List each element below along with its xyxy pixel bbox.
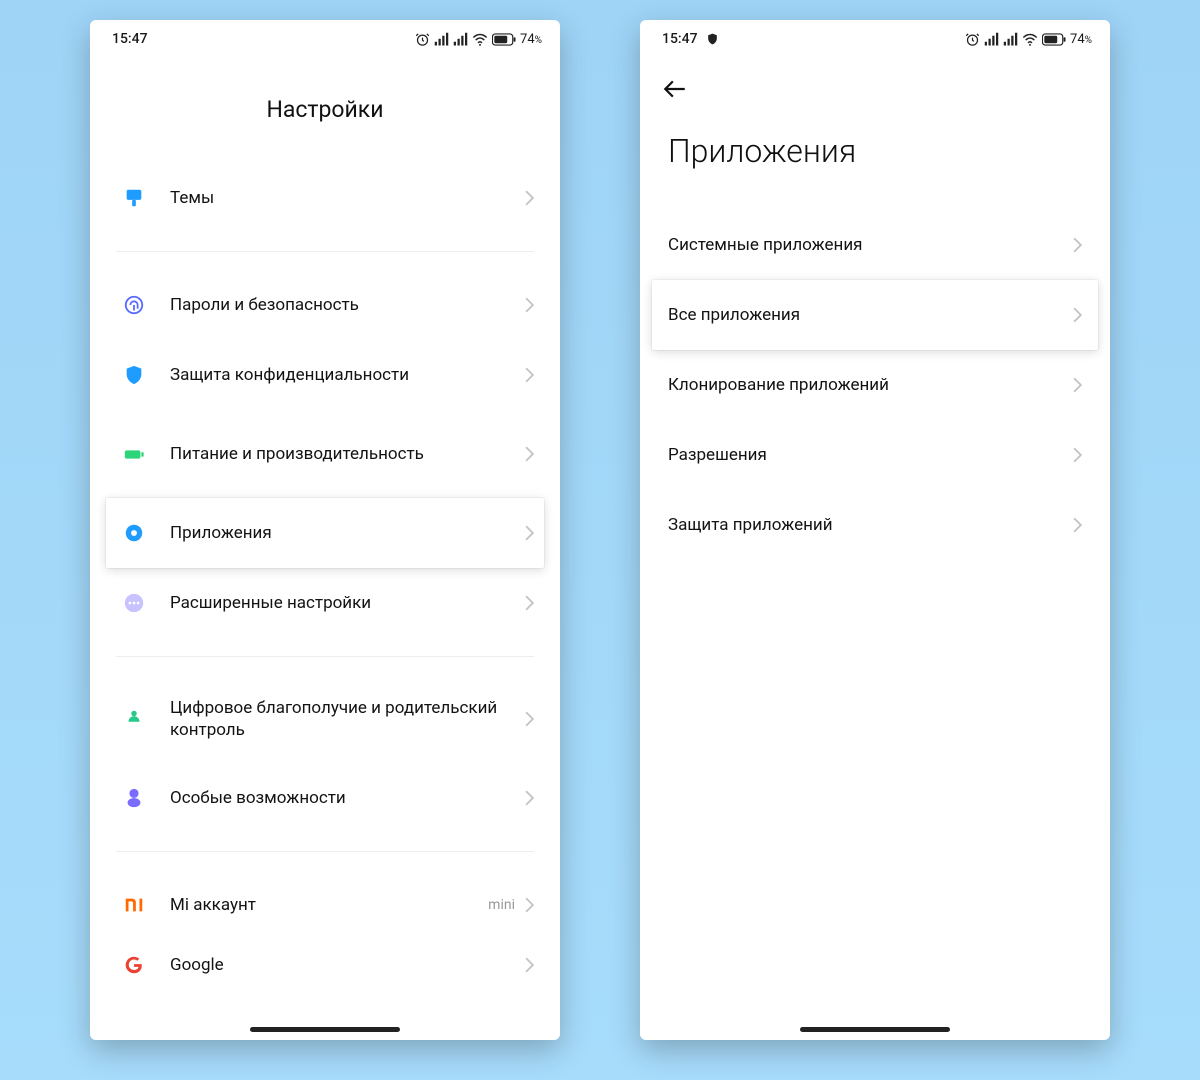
row-label: Темы — [152, 187, 525, 209]
wellbeing-icon — [116, 708, 152, 730]
apps-screen: 15:47 74% Приложения Системные приложени… — [640, 20, 1110, 1040]
chevron-right-icon — [525, 190, 534, 206]
apps-item-all[interactable]: Все приложения — [652, 280, 1098, 350]
status-icons-right: 74% — [415, 32, 542, 47]
chevron-right-icon — [525, 790, 534, 806]
row-label: Приложения — [152, 522, 525, 544]
settings-item-mi-account[interactable]: Mi аккаунт mini — [90, 870, 560, 940]
chevron-right-icon — [525, 711, 534, 727]
accessibility-icon — [116, 787, 152, 809]
battery-icon — [116, 443, 152, 465]
google-icon — [116, 954, 152, 976]
shield-icon — [116, 364, 152, 386]
wifi-icon — [1022, 32, 1038, 47]
alarm-icon — [965, 32, 980, 47]
page-title: Настройки — [90, 58, 560, 163]
home-indicator[interactable] — [800, 1027, 950, 1032]
back-button[interactable] — [662, 78, 688, 100]
settings-item-advanced[interactable]: Расширенные настройки — [90, 568, 560, 638]
row-label: Особые возможности — [152, 787, 525, 809]
divider — [116, 656, 534, 657]
settings-item-power[interactable]: Питание и производительность — [90, 410, 560, 498]
row-label: Расширенные настройки — [152, 592, 525, 614]
gear-icon — [116, 522, 152, 544]
row-label: Разрешения — [668, 444, 1073, 466]
chevron-right-icon — [525, 297, 534, 313]
divider — [116, 851, 534, 852]
chevron-right-icon — [525, 446, 534, 462]
apps-item-protection[interactable]: Защита приложений — [640, 490, 1110, 560]
dots-icon — [116, 592, 152, 614]
settings-item-apps-highlighted: Приложения — [106, 498, 544, 568]
row-meta: mini — [488, 897, 525, 913]
chevron-right-icon — [525, 525, 534, 541]
signal-icon — [453, 32, 468, 47]
settings-item-themes[interactable]: Темы — [90, 163, 560, 233]
chevron-right-icon — [525, 367, 534, 383]
home-indicator[interactable] — [250, 1027, 400, 1032]
row-label: Защита конфиденциальности — [152, 364, 525, 386]
row-label: Защита приложений — [668, 514, 1073, 536]
signal-icon — [434, 32, 449, 47]
settings-item-passwords[interactable]: Пароли и безопасность — [90, 270, 560, 340]
settings-item-google[interactable]: Google — [90, 940, 560, 990]
chevron-right-icon — [1073, 377, 1082, 393]
signal-icon — [1003, 32, 1018, 47]
row-label: Цифровое благополучие и родительский кон… — [152, 697, 525, 741]
apps-item-all-highlighted: Все приложения — [652, 280, 1098, 350]
chevron-right-icon — [1073, 307, 1082, 323]
battery-icon — [492, 33, 516, 46]
shield-status-icon — [706, 32, 719, 46]
status-bar: 15:47 74% — [90, 20, 560, 58]
chevron-right-icon — [1073, 447, 1082, 463]
status-icons-right: 74% — [965, 32, 1092, 47]
chevron-right-icon — [1073, 517, 1082, 533]
apps-item-permissions[interactable]: Разрешения — [640, 420, 1110, 490]
status-time: 15:47 — [112, 31, 148, 47]
settings-item-privacy[interactable]: Защита конфиденциальности — [90, 340, 560, 410]
battery-percent: 74% — [1070, 32, 1092, 47]
mi-logo-icon — [116, 894, 152, 916]
settings-item-wellbeing[interactable]: Цифровое благополучие и родительский кон… — [90, 675, 560, 763]
settings-screen: 15:47 74% Настройки Темы — [90, 20, 560, 1040]
settings-item-apps[interactable]: Приложения — [106, 498, 544, 568]
row-label: Google — [152, 954, 525, 976]
page-title: Приложения — [640, 104, 1110, 210]
chevron-right-icon — [525, 957, 534, 973]
wifi-icon — [472, 32, 488, 47]
row-label: Mi аккаунт — [152, 894, 488, 916]
divider — [116, 251, 534, 252]
alarm-icon — [415, 32, 430, 47]
status-bar: 15:47 74% — [640, 20, 1110, 58]
battery-percent: 74% — [520, 32, 542, 47]
row-label: Все приложения — [668, 304, 1073, 326]
row-label: Системные приложения — [668, 234, 1073, 256]
settings-item-accessibility[interactable]: Особые возможности — [90, 763, 560, 833]
row-label: Пароли и безопасность — [152, 294, 525, 316]
themes-icon — [116, 187, 152, 209]
row-label: Клонирование приложений — [668, 374, 1073, 396]
chevron-right-icon — [525, 897, 534, 913]
signal-icon — [984, 32, 999, 47]
apps-item-cloning[interactable]: Клонирование приложений — [640, 350, 1110, 420]
fingerprint-icon — [116, 294, 152, 316]
row-label: Питание и производительность — [152, 443, 525, 465]
apps-item-system[interactable]: Системные приложения — [640, 210, 1110, 280]
chevron-right-icon — [525, 595, 534, 611]
status-time: 15:47 — [662, 31, 698, 47]
chevron-right-icon — [1073, 237, 1082, 253]
battery-icon — [1042, 33, 1066, 46]
